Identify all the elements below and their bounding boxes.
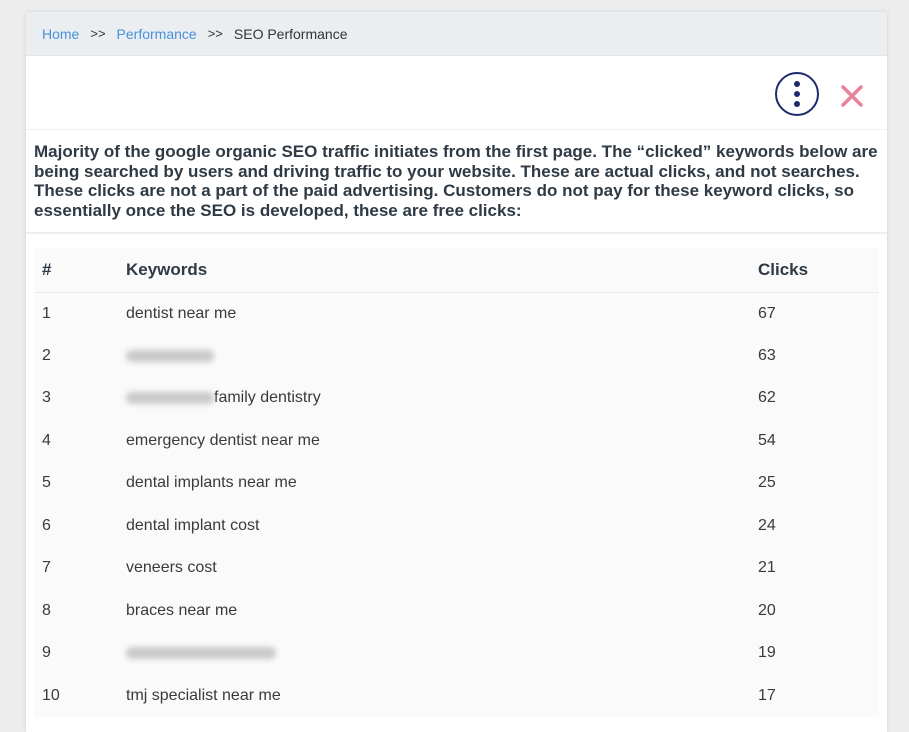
table-row: 2 63 xyxy=(34,335,879,378)
table-row: 6 dental implant cost 24 xyxy=(34,505,879,548)
keyword-text: dental implant cost xyxy=(126,516,260,534)
row-keyword xyxy=(126,335,758,378)
redacted-keyword xyxy=(126,647,276,660)
row-clicks: 24 xyxy=(758,516,776,534)
breadcrumb-current: SEO Performance xyxy=(233,25,348,42)
header-keywords: Keywords xyxy=(126,259,208,279)
table-row: 9 19 xyxy=(34,632,879,675)
row-clicks: 21 xyxy=(758,559,776,577)
row-number: 5 xyxy=(42,474,51,492)
keyword-text: tmj specialist near me xyxy=(126,686,281,704)
breadcrumb-performance-link[interactable]: Performance xyxy=(117,26,197,42)
table-row: 10 tmj specialist near me 17 xyxy=(34,675,879,718)
close-button[interactable] xyxy=(838,82,866,110)
keyword-text: emergency dentist near me xyxy=(126,431,320,449)
row-number: 9 xyxy=(42,644,51,662)
breadcrumb-home-link[interactable]: Home xyxy=(42,26,79,42)
row-keyword xyxy=(126,632,758,675)
redacted-keyword xyxy=(126,392,214,405)
table-row: 5 dental implants near me 25 xyxy=(34,462,879,505)
breadcrumb-separator: >> xyxy=(207,26,223,41)
header-number: # xyxy=(42,259,52,279)
row-clicks: 63 xyxy=(758,346,776,364)
keyword-text: braces near me xyxy=(126,601,238,619)
table-row: 1 dentist near me 67 xyxy=(34,292,879,335)
breadcrumb: Home >> Performance >> SEO Performance xyxy=(26,12,887,56)
row-clicks: 17 xyxy=(758,686,776,704)
keyword-text: dentist near me xyxy=(126,304,237,322)
row-number: 8 xyxy=(42,601,51,619)
row-number: 6 xyxy=(42,516,51,534)
row-keyword: tmj specialist near me xyxy=(126,675,758,718)
row-number: 7 xyxy=(42,559,51,577)
table-row: 7 veneers cost 21 xyxy=(34,547,879,590)
row-clicks: 67 xyxy=(758,304,776,322)
table-header-row: # Keywords Clicks xyxy=(34,248,879,292)
row-number: 1 xyxy=(42,304,51,322)
keyword-text: dental implants near me xyxy=(126,474,297,492)
row-keyword: veneers cost xyxy=(126,547,758,590)
row-number: 3 xyxy=(42,389,51,407)
row-clicks: 20 xyxy=(758,601,776,619)
row-keyword: dental implant cost xyxy=(126,505,758,548)
keyword-text: veneers cost xyxy=(126,559,217,577)
row-keyword: emergency dentist near me xyxy=(126,420,758,463)
redacted-keyword xyxy=(126,349,214,362)
row-clicks: 54 xyxy=(758,431,776,449)
keywords-table-container: # Keywords Clicks 1 dentist near me 67 2… xyxy=(34,248,879,717)
keywords-table: # Keywords Clicks 1 dentist near me 67 2… xyxy=(34,248,879,717)
intro-text: Majority of the google organic SEO traff… xyxy=(26,130,887,234)
more-options-button[interactable] xyxy=(775,72,819,116)
row-keyword: dentist near me xyxy=(126,292,758,335)
vertical-ellipsis-icon xyxy=(794,81,800,87)
table-row: 3 family dentistry 62 xyxy=(34,377,879,420)
table-row: 4 emergency dentist near me 54 xyxy=(34,420,879,463)
vertical-ellipsis-icon xyxy=(794,101,800,107)
header-clicks: Clicks xyxy=(758,259,809,279)
vertical-ellipsis-icon xyxy=(794,91,800,97)
row-clicks: 25 xyxy=(758,474,776,492)
row-keyword: braces near me xyxy=(126,590,758,633)
keyword-text: family dentistry xyxy=(214,389,321,407)
seo-performance-card: Home >> Performance >> SEO Performance M… xyxy=(26,12,887,732)
row-keyword: dental implants near me xyxy=(126,462,758,505)
row-clicks: 62 xyxy=(758,389,776,407)
row-number: 10 xyxy=(42,686,60,704)
table-row: 8 braces near me 20 xyxy=(34,590,879,633)
row-clicks: 19 xyxy=(758,644,776,662)
row-number: 2 xyxy=(42,346,51,364)
close-icon xyxy=(841,85,863,107)
row-keyword: family dentistry xyxy=(126,377,758,420)
row-number: 4 xyxy=(42,431,51,449)
toolbar xyxy=(26,56,887,130)
breadcrumb-separator: >> xyxy=(90,26,106,41)
